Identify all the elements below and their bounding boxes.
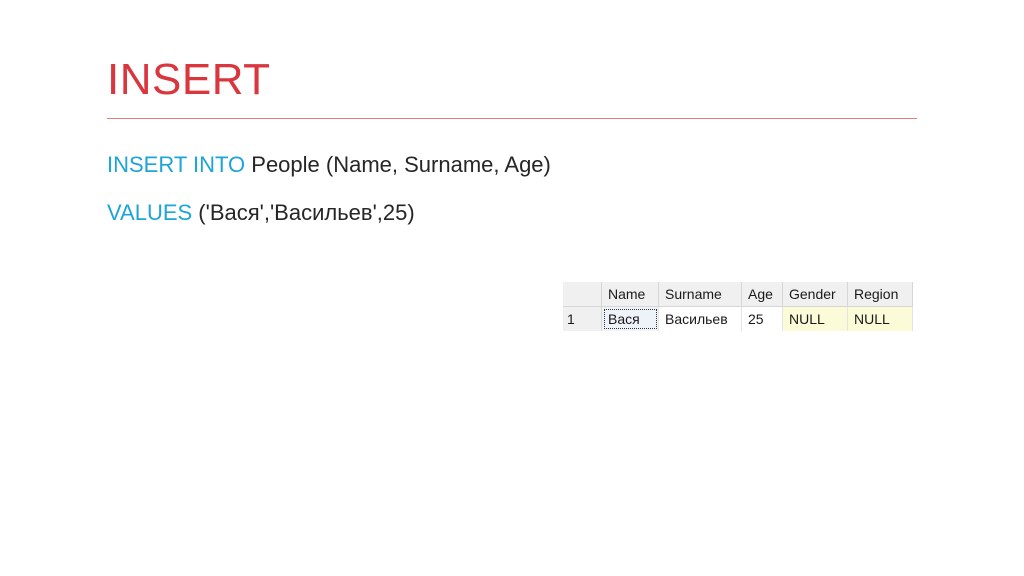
code-values-rest: ('Вася','Васильев',25) <box>192 200 415 225</box>
keyword-insert-into: INSERT INTO <box>107 152 246 177</box>
cell-name[interactable]: Вася <box>601 306 659 331</box>
slide-title: INSERT <box>107 55 271 104</box>
cell-age[interactable]: 25 <box>741 306 783 331</box>
keyword-values: VALUES <box>107 200 193 225</box>
result-grid: Name Surname Age Gender Region 1 Вася Ва… <box>563 282 913 331</box>
column-header-age[interactable]: Age <box>741 282 783 307</box>
title-divider <box>107 118 917 119</box>
cell-gender[interactable]: NULL <box>782 306 848 331</box>
cell-region[interactable]: NULL <box>847 306 913 331</box>
slide: INSERT INSERT INTO People (Name, Surname… <box>0 0 1024 576</box>
column-header-name[interactable]: Name <box>601 282 659 307</box>
column-header-gender[interactable]: Gender <box>782 282 848 307</box>
code-insert-rest: People (Name, Surname, Age) <box>245 152 551 177</box>
code-line-values: VALUES ('Вася','Васильев',25) <box>107 198 415 228</box>
column-header-surname[interactable]: Surname <box>658 282 742 307</box>
table-row: 1 Вася Васильев 25 NULL NULL <box>563 306 913 331</box>
row-number-header[interactable] <box>563 282 602 307</box>
cell-surname[interactable]: Васильев <box>658 306 742 331</box>
row-number[interactable]: 1 <box>563 306 602 331</box>
grid-header-row: Name Surname Age Gender Region <box>563 282 913 307</box>
code-line-insert: INSERT INTO People (Name, Surname, Age) <box>107 150 551 180</box>
column-header-region[interactable]: Region <box>847 282 913 307</box>
